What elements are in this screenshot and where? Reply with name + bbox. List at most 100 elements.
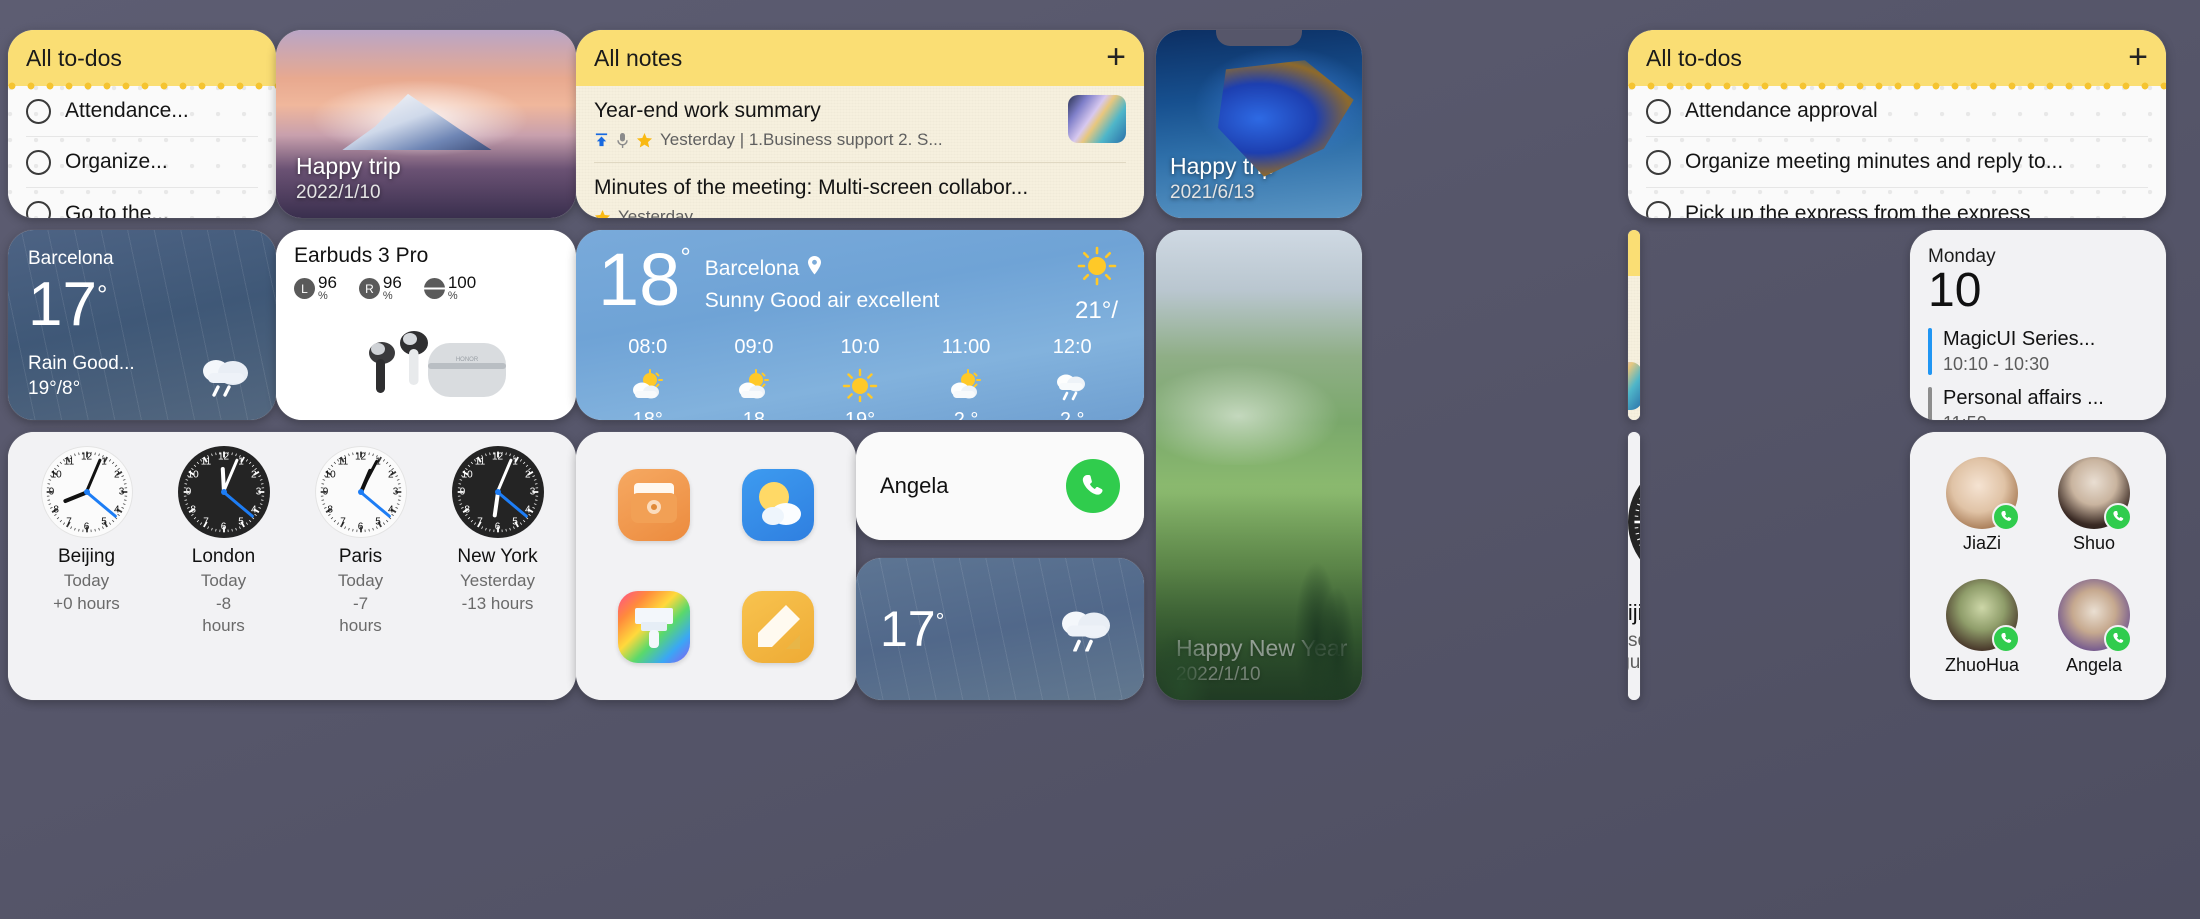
- widget-app-folder[interactable]: [576, 432, 856, 700]
- hour-temp: 2 ° 0: [916, 409, 1016, 420]
- widget-weather-small[interactable]: Barcelona 17° Rain Good... 19°/8°: [8, 230, 276, 420]
- checkbox-circle-icon[interactable]: [26, 201, 51, 218]
- todo-item-label: Organize meeting minutes and reply to...: [1685, 150, 2064, 173]
- calendar-event[interactable]: Personal affairs ... 11:50: [1928, 387, 2148, 420]
- big-clock-date: Tuesday, August 2: [1628, 630, 1640, 673]
- widget-all-todos-left[interactable]: All to-dos Attendance... Organize... Go …: [8, 30, 276, 218]
- clock-face: 123456789101112: [177, 446, 270, 538]
- world-clock-london[interactable]: 1 2 3 4 5 6 7 8 9 10 11 12 London Today -8 hours: [155, 446, 292, 690]
- widget-weather-large[interactable]: 18° Barcelona Sunny Good air excellent 2…: [576, 230, 1144, 420]
- checkbox-circle-icon[interactable]: [1646, 201, 1671, 218]
- add-note-button[interactable]: +: [1106, 40, 1126, 74]
- clock-city: New York: [457, 546, 538, 567]
- widget-photo-happy-trip-1[interactable]: Happy trip 2022/1/10: [276, 30, 576, 218]
- photo-mountain-sunset: Happy trip 2022/1/10: [276, 30, 576, 218]
- note-meta: Yesterday: [594, 207, 1126, 218]
- hour-temp: 18: [704, 409, 804, 420]
- todo-item[interactable]: Pick up the express from the express: [1646, 188, 2148, 218]
- weather-temperature: 17°: [28, 272, 256, 337]
- clock-face: 123456789101112: [1628, 458, 1640, 586]
- hourly-forecast: 08:0 18° 09:0 18 10:0 19° 11:00: [598, 336, 1122, 420]
- case-battery-value: 100%: [448, 274, 476, 302]
- camera-notch: [1216, 30, 1302, 46]
- phone-icon[interactable]: [2104, 502, 2132, 531]
- weather-large-temp-value: 18: [598, 238, 681, 321]
- note-row[interactable]: Year-end work summary Yesterday | 1.Busi…: [594, 86, 1126, 163]
- clock-city: Beijing: [57, 546, 116, 567]
- wallet-app-icon[interactable]: [618, 469, 690, 541]
- add-todo-button[interactable]: +: [2128, 40, 2148, 74]
- checkbox-circle-icon[interactable]: [26, 98, 51, 124]
- clock-face: 123456789101112: [314, 446, 407, 538]
- right-earbud-icon: R: [358, 278, 380, 299]
- world-clock-paris[interactable]: 123456789101112 Paris Today -7 hours: [292, 446, 429, 690]
- todo-item-label: Attendance...: [65, 99, 189, 122]
- widget-earbuds[interactable]: Earbuds 3 Pro L 96% R 96% 100% HONOR: [276, 230, 576, 420]
- hour-time: 09:0: [734, 336, 774, 359]
- star-icon: [594, 209, 611, 218]
- phone-icon[interactable]: [1066, 459, 1120, 513]
- calendar-event[interactable]: MagicUI Series... 10:10 - 10:30: [1928, 328, 2148, 376]
- theme-paint-app-icon[interactable]: [618, 591, 690, 663]
- perforation-edge: [8, 82, 276, 90]
- clock-face: 123456789101112: [451, 446, 544, 538]
- svg-text:HONOR: HONOR: [456, 357, 479, 363]
- event-details: Personal affairs ... 11:50: [1943, 387, 2104, 420]
- todo-right-list: Attendance approval Organize meeting min…: [1628, 86, 2166, 218]
- world-clock-newyork[interactable]: 1 2 3 4 5 6 7 8 9 10 11 12 New York Yesterday -13 h…: [429, 446, 566, 690]
- event-color-bar: [1928, 387, 1932, 420]
- earbuds-battery-right: R 96%: [358, 274, 402, 302]
- world-clock-beijing[interactable]: 1 2 3 4 5 6 7 8 9 10 11 12 Beijing Today +0 hours: [18, 446, 155, 690]
- note-row[interactable]: Minutes of the meeting: Multi-screen col…: [594, 163, 1126, 218]
- widget-photo-happy-trip-2[interactable]: Happy trip 2021/6/13: [1156, 30, 1362, 218]
- widget-contacts[interactable]: JiaZi Shuo ZhuoHua Angela: [1910, 432, 2166, 700]
- widget-stack-contact-weather: Angela 17°: [856, 432, 1144, 700]
- checkbox-circle-icon[interactable]: [26, 149, 51, 175]
- phone-icon[interactable]: [2104, 624, 2132, 653]
- hour-time: 12:0: [1052, 336, 1092, 359]
- contact-name: JiaZi: [1962, 532, 2001, 553]
- photo-blue-butterfly: Happy trip 2021/6/13: [1156, 30, 1362, 218]
- todo-right-header: All to-dos +: [1628, 30, 2166, 90]
- weather-large-city-row: Barcelona: [705, 256, 940, 281]
- widget-world-clocks[interactable]: 1 2 3 4 5 6 7 8 9 10 11 12 Beijing Today +0 hours 1…: [8, 432, 576, 700]
- contact-item[interactable]: Angela: [2038, 566, 2150, 688]
- contact-item[interactable]: ZhuoHua: [1926, 566, 2038, 688]
- contact-item[interactable]: Shuo: [2038, 444, 2150, 566]
- hour-time: 10:0: [840, 336, 880, 359]
- checkbox-circle-icon[interactable]: [1646, 98, 1671, 124]
- notes-app-icon[interactable]: [742, 591, 814, 663]
- contact-item[interactable]: JiaZi: [1926, 444, 2038, 566]
- todo-item[interactable]: Organize meeting minutes and reply to...: [1646, 137, 2148, 188]
- hour-temp: 18°: [598, 409, 698, 420]
- weather-mini-temp-value: 17: [880, 601, 936, 657]
- clock-city: London: [191, 546, 256, 567]
- case-battery-unit: %: [447, 290, 458, 302]
- phone-icon[interactable]: [1992, 502, 2020, 531]
- contacts-grid: JiaZi Shuo ZhuoHua Angela: [1910, 432, 2166, 700]
- widget-photo-happy-new-year[interactable]: Happy New Year 2022/1/10: [1156, 230, 1362, 700]
- note-title: Minutes of the meeting: Multi-screen col…: [594, 176, 1029, 199]
- widget-all-todos-right[interactable]: All to-dos + Attendance approval Organiz…: [1628, 30, 2166, 218]
- widget-all-notes-large[interactable]: All notes + Year-end work summary Yester…: [576, 30, 1144, 218]
- calendar-body: Monday 10 MagicUI Series... 10:10 - 10:3…: [1910, 230, 2166, 420]
- clock-center-pin: [357, 489, 364, 495]
- widget-contact-quick-dial[interactable]: Angela: [856, 432, 1144, 540]
- app-icon-grid: [576, 432, 856, 700]
- hourly-item: 11:00 2 ° 0: [916, 336, 1016, 420]
- todo-item[interactable]: Organize...: [26, 137, 258, 188]
- notes-header: All notes +: [576, 30, 1144, 86]
- checkbox-circle-icon[interactable]: [1646, 149, 1671, 175]
- todo-item[interactable]: Attendance approval: [1646, 86, 2148, 137]
- widget-weather-mini[interactable]: 17°: [856, 558, 1144, 700]
- widget-calendar[interactable]: Monday 10 MagicUI Series... 10:10 - 10:3…: [1910, 230, 2166, 420]
- weather-app-icon[interactable]: [742, 469, 814, 541]
- photo-title: Happy trip: [296, 153, 401, 179]
- widget-big-clock[interactable]: 123456789101112 Beijing Tuesday, August …: [1628, 432, 1640, 700]
- todo-item-label: Organize...: [65, 150, 168, 173]
- todo-item[interactable]: Go to the...: [26, 188, 258, 218]
- todo-item[interactable]: Attendance...: [26, 86, 258, 137]
- phone-icon[interactable]: [1992, 624, 2020, 653]
- clock-center-pin: [494, 489, 501, 495]
- widget-all-notes-small[interactable]: All notes Year-end summary 1.Business su…: [1628, 230, 1640, 420]
